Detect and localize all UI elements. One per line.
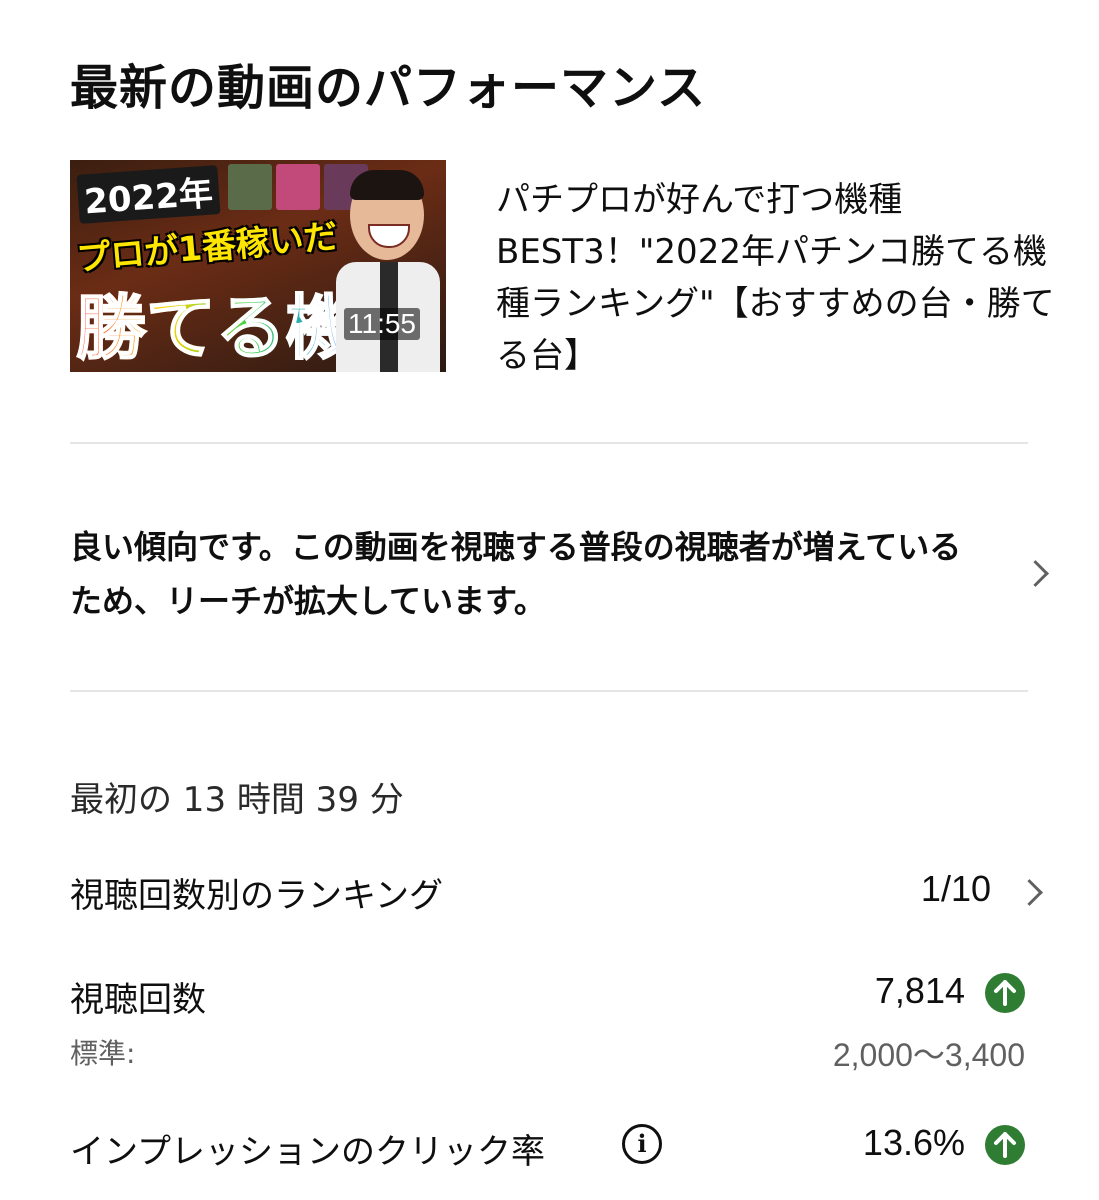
thumbnail-year-text: 2022年 <box>76 165 221 224</box>
chevron-right-icon <box>1016 879 1043 906</box>
divider <box>70 442 1028 444</box>
metrics-period: 最初の 13 時間 39 分 <box>70 780 404 820</box>
info-icon[interactable]: i <box>622 1124 662 1164</box>
views-typical-range: 2,000〜3,400 <box>832 1037 1025 1073</box>
insight-card[interactable]: 良い傾向です。この動画を視聴する普段の視聴者が増えているため、リーチが拡大してい… <box>70 520 1050 630</box>
arrow-up-circle-icon <box>985 973 1025 1013</box>
latest-video-card[interactable]: 2022年 プロが1番稼いだ 勝てる機種 11:55 パチプロが好んで打つ機種B… <box>70 160 1055 376</box>
thumbnail-presenter <box>336 170 440 372</box>
ctr-label: インプレッションのクリック率 <box>70 1132 545 1172</box>
views-label: 視聴回数 <box>70 980 206 1020</box>
arrow-up-circle-icon <box>985 1125 1025 1165</box>
ranking-label: 視聴回数別のランキング <box>70 876 443 916</box>
views-value: 7,814 <box>874 970 965 1011</box>
chevron-right-icon <box>1022 560 1049 587</box>
insight-text: 良い傾向です。この動画を視聴する普段の視聴者が増えているため、リーチが拡大してい… <box>70 528 962 620</box>
video-duration-badge: 11:55 <box>344 308 420 340</box>
views-typical-label: 標準: <box>70 1037 136 1070</box>
ranking-value: 1/10 <box>920 868 991 909</box>
page-title: 最新の動画のパフォーマンス <box>70 60 707 116</box>
divider <box>70 690 1028 692</box>
video-title[interactable]: パチプロが好んで打つ機種BEST3！"2022年パチンコ勝てる機種ランキング"【… <box>496 174 1056 382</box>
ctr-value: 13.6% <box>862 1122 965 1163</box>
video-thumbnail[interactable]: 2022年 プロが1番稼いだ 勝てる機種 11:55 <box>70 160 446 372</box>
